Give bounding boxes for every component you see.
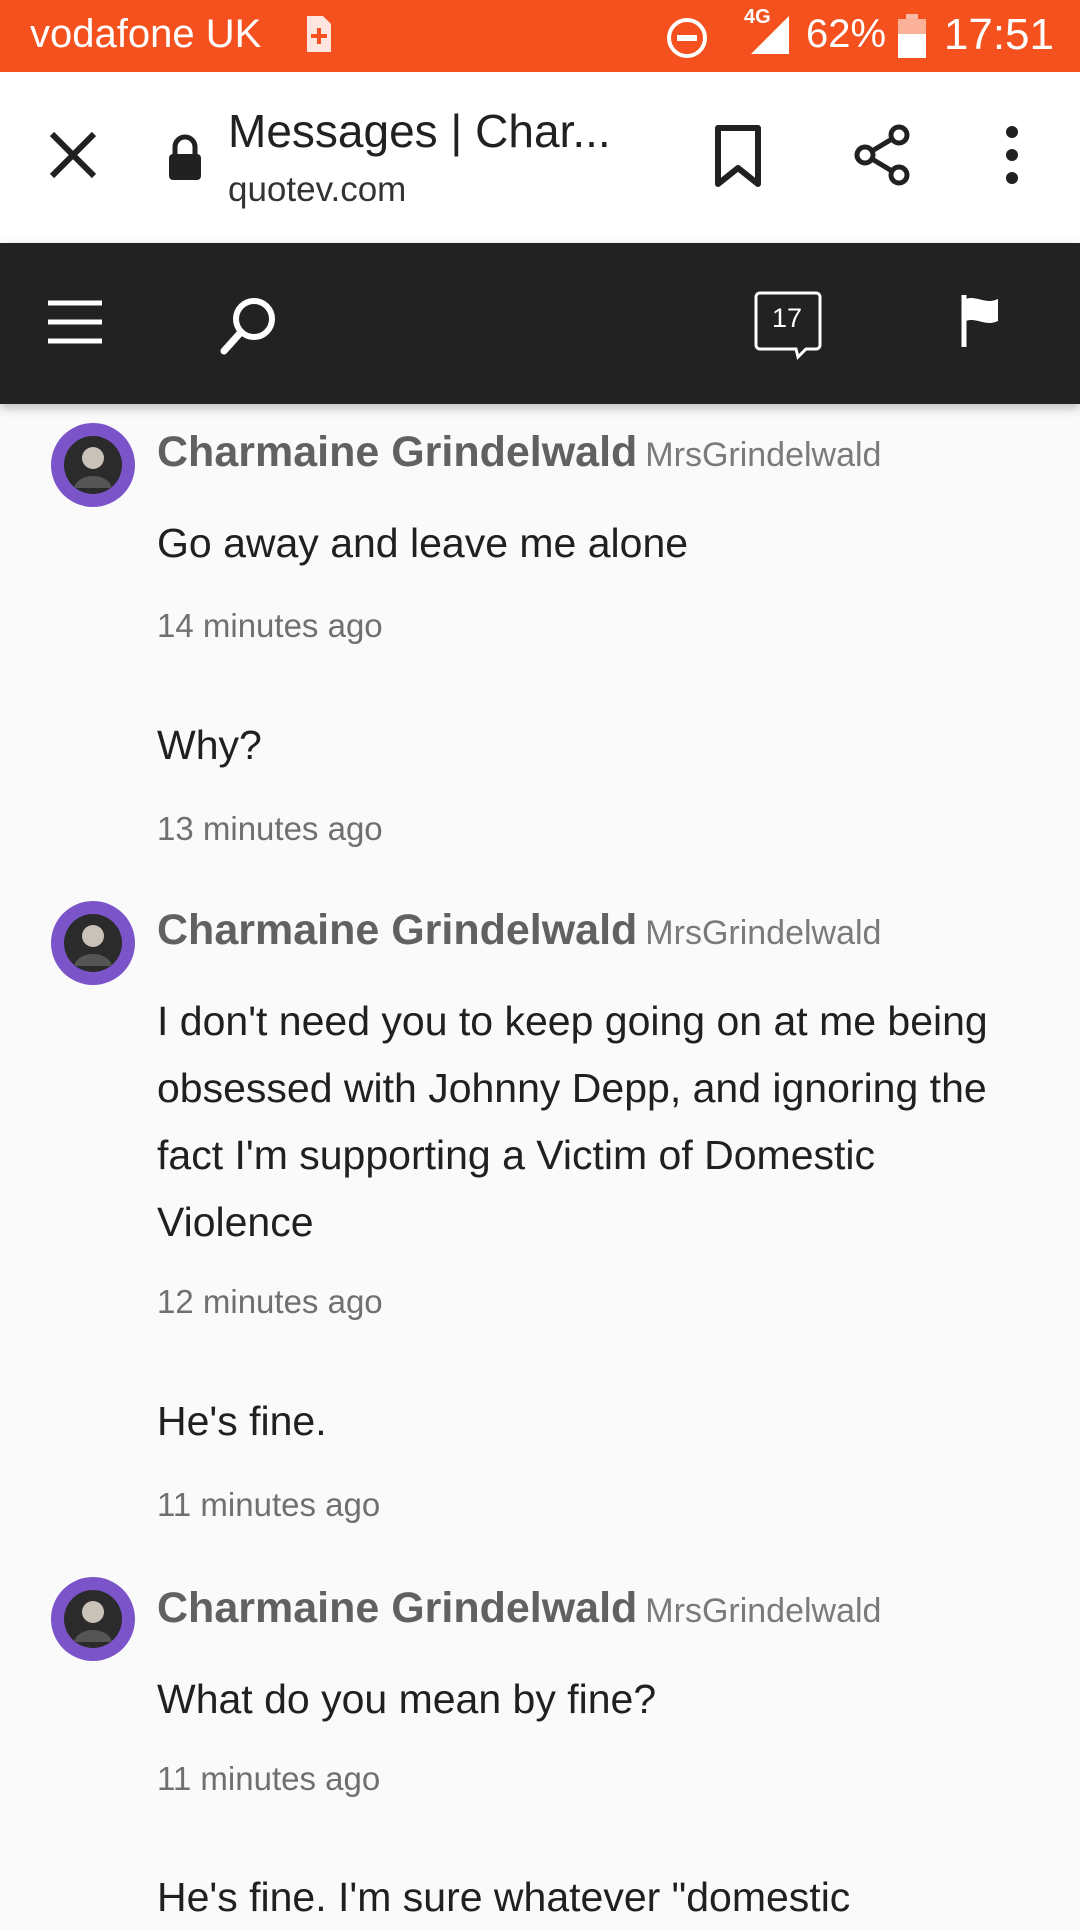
sender-name[interactable]: Charmaine Grindelwald [157, 906, 637, 954]
menu-icon[interactable] [46, 297, 104, 347]
lock-icon [169, 134, 201, 180]
message-timestamp: 11 minutes ago [157, 1760, 381, 1797]
page-title[interactable]: Messages | Char... [228, 104, 611, 158]
message-timestamp: 13 minutes ago [157, 810, 383, 847]
avatar[interactable] [50, 900, 136, 986]
message-timestamp: 12 minutes ago [157, 1283, 383, 1320]
search-icon[interactable] [218, 295, 280, 357]
avatar[interactable] [50, 422, 136, 508]
message-text: I don't need you to keep going on at me … [157, 998, 988, 1245]
message-timestamp: 11 minutes ago [157, 1486, 381, 1523]
message-count-badge[interactable]: 17 [752, 303, 822, 334]
message-text: Why? [157, 722, 262, 768]
status-bar: vodafone UK 4G 62% 17:51 [0, 0, 1080, 72]
sender-username[interactable]: MrsGrindelwald [645, 436, 881, 474]
sender-name[interactable]: Charmaine Grindelwald [157, 1584, 637, 1632]
message-text: He's fine. I'm sure whatever "domestic [157, 1874, 851, 1920]
browser-toolbar: Messages | Char... quotev.com [0, 72, 1080, 243]
avatar[interactable] [50, 1576, 136, 1662]
sender-username[interactable]: MrsGrindelwald [645, 914, 881, 952]
message-header: Charmaine Grindelwald MrsGrindelwald [157, 1584, 881, 1633]
site-navbar: 17 [0, 243, 1080, 404]
share-icon[interactable] [852, 124, 912, 186]
bookmark-icon[interactable] [712, 124, 764, 188]
close-icon[interactable] [44, 126, 102, 184]
clock: 17:51 [943, 10, 1054, 59]
message-header: Charmaine Grindelwald MrsGrindelwald [157, 428, 881, 477]
flag-icon[interactable] [960, 293, 1002, 349]
do-not-disturb-icon [667, 18, 707, 58]
message-text: Go away and leave me alone [157, 520, 689, 566]
more-options-icon[interactable] [994, 124, 1030, 186]
message-header: Charmaine Grindelwald MrsGrindelwald [157, 906, 881, 955]
network-type: 4G [744, 6, 771, 28]
message-timestamp: 14 minutes ago [157, 607, 383, 644]
sender-name[interactable]: Charmaine Grindelwald [157, 428, 637, 476]
sim-icon [307, 16, 331, 52]
battery-percent: 62% [806, 12, 887, 56]
battery-icon [898, 14, 926, 58]
sender-username[interactable]: MrsGrindelwald [645, 1592, 881, 1630]
message-text: He's fine. [157, 1398, 327, 1444]
page-domain[interactable]: quotev.com [228, 170, 406, 210]
message-text: What do you mean by fine? [157, 1676, 657, 1722]
carrier-name: vodafone UK [30, 12, 262, 56]
